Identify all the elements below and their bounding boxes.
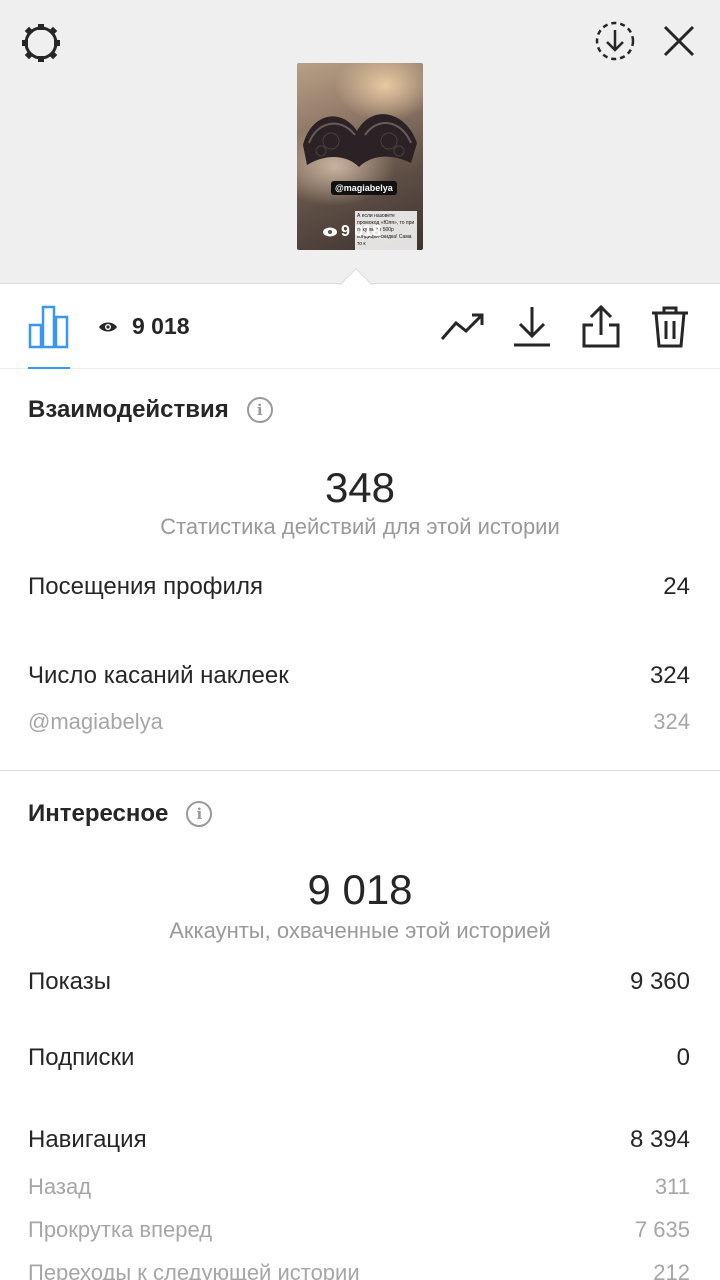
section-divider	[0, 770, 720, 771]
story-thumbnail[interactable]: @magiabelya А если назовете промокод «Юл…	[297, 63, 423, 250]
stat-row-profile-visits: Посещения профиля 24	[28, 573, 690, 600]
download-icon[interactable]	[510, 305, 554, 349]
story-photo	[303, 114, 417, 167]
info-icon[interactable]: i	[186, 801, 213, 827]
stat-row-follows: Подписки 0	[28, 1044, 690, 1071]
stat-row-sticker-taps: Число касаний наклеек 324	[28, 662, 690, 689]
reach-total: 9 018	[307, 866, 413, 913]
settings-icon[interactable]	[18, 20, 64, 66]
eye-icon	[99, 322, 117, 331]
trending-icon[interactable]	[440, 305, 484, 349]
info-icon[interactable]: i	[246, 397, 273, 423]
close-icon[interactable]	[656, 18, 702, 64]
share-icon[interactable]	[579, 304, 623, 349]
story-preview-panel: @magiabelya А если назовете промокод «Юл…	[0, 0, 720, 284]
story-mention-sticker: @magiabelya	[331, 181, 397, 195]
bar-chart-icon[interactable]	[28, 305, 70, 349]
interactions-subtitle: Статистика действий для этой истории	[160, 514, 560, 539]
stat-row-forward: Прокрутка вперед 7 635	[28, 1217, 690, 1242]
eye-icon	[323, 227, 337, 237]
story-views-overlay: 9 018	[323, 223, 381, 241]
section-title: Интересное i	[28, 800, 213, 828]
interactions-total: 348	[324, 464, 396, 511]
save-story-icon[interactable]	[592, 18, 638, 64]
section-title: Взаимодействия i	[28, 396, 273, 424]
active-tab-indicator	[28, 367, 70, 369]
stat-row-mention: @magiabelya 324	[28, 709, 690, 734]
trash-icon[interactable]	[648, 305, 692, 349]
stat-row-navigation: Навигация 8 394	[28, 1126, 690, 1153]
views-count: 9 018	[98, 313, 190, 340]
insights-toolbar: 9 018	[0, 285, 720, 369]
stat-row-next-story: Переходы к следующей истории 212	[28, 1260, 690, 1280]
stat-row-impressions: Показы 9 360	[28, 968, 690, 995]
stat-row-back: Назад 311	[28, 1174, 690, 1199]
reach-subtitle: Аккаунты, охваченные этой историей	[169, 918, 551, 943]
